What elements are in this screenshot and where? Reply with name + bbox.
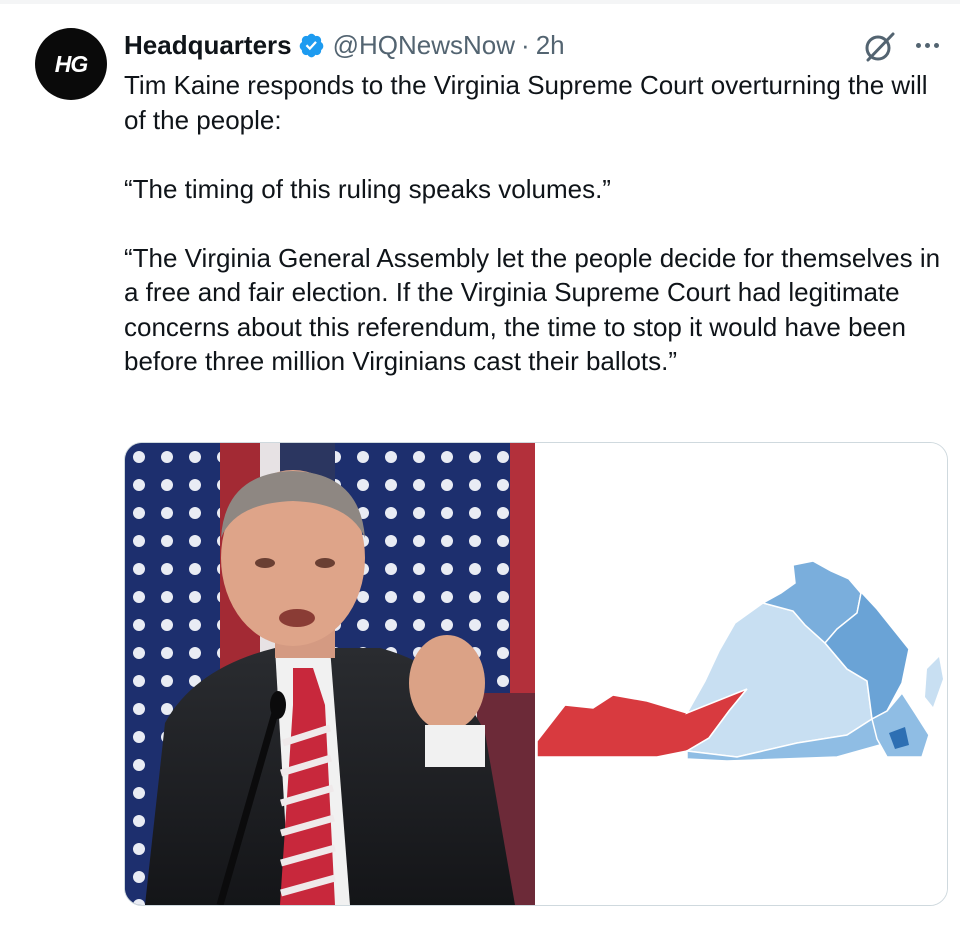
timestamp[interactable]: 2h <box>536 30 565 61</box>
media-grid <box>124 442 948 906</box>
more-icon[interactable] <box>910 30 944 60</box>
top-edge <box>0 0 960 4</box>
display-name[interactable]: Headquarters <box>124 30 292 61</box>
action-bar-edge <box>124 918 946 932</box>
speaker-photo[interactable] <box>125 443 535 905</box>
handle[interactable]: @HQNewsNow <box>333 30 515 61</box>
post-paragraph: “The timing of this ruling speaks volume… <box>124 173 611 204</box>
post-paragraph: Tim Kaine responds to the Virginia Supre… <box>124 70 928 135</box>
post-text: Tim Kaine responds to the Virginia Supre… <box>124 68 954 379</box>
separator-dot: · <box>521 29 530 60</box>
virginia-map-image[interactable] <box>537 443 947 905</box>
verified-badge-icon <box>299 33 323 57</box>
grok-icon[interactable] <box>862 30 896 64</box>
post-paragraph: “The Virginia General Assembly let the p… <box>124 242 941 377</box>
avatar-logo-text: HG <box>54 50 88 77</box>
avatar[interactable]: HG <box>35 28 107 100</box>
post-header: Headquarters @HQNewsNow · 2h <box>124 27 565 63</box>
